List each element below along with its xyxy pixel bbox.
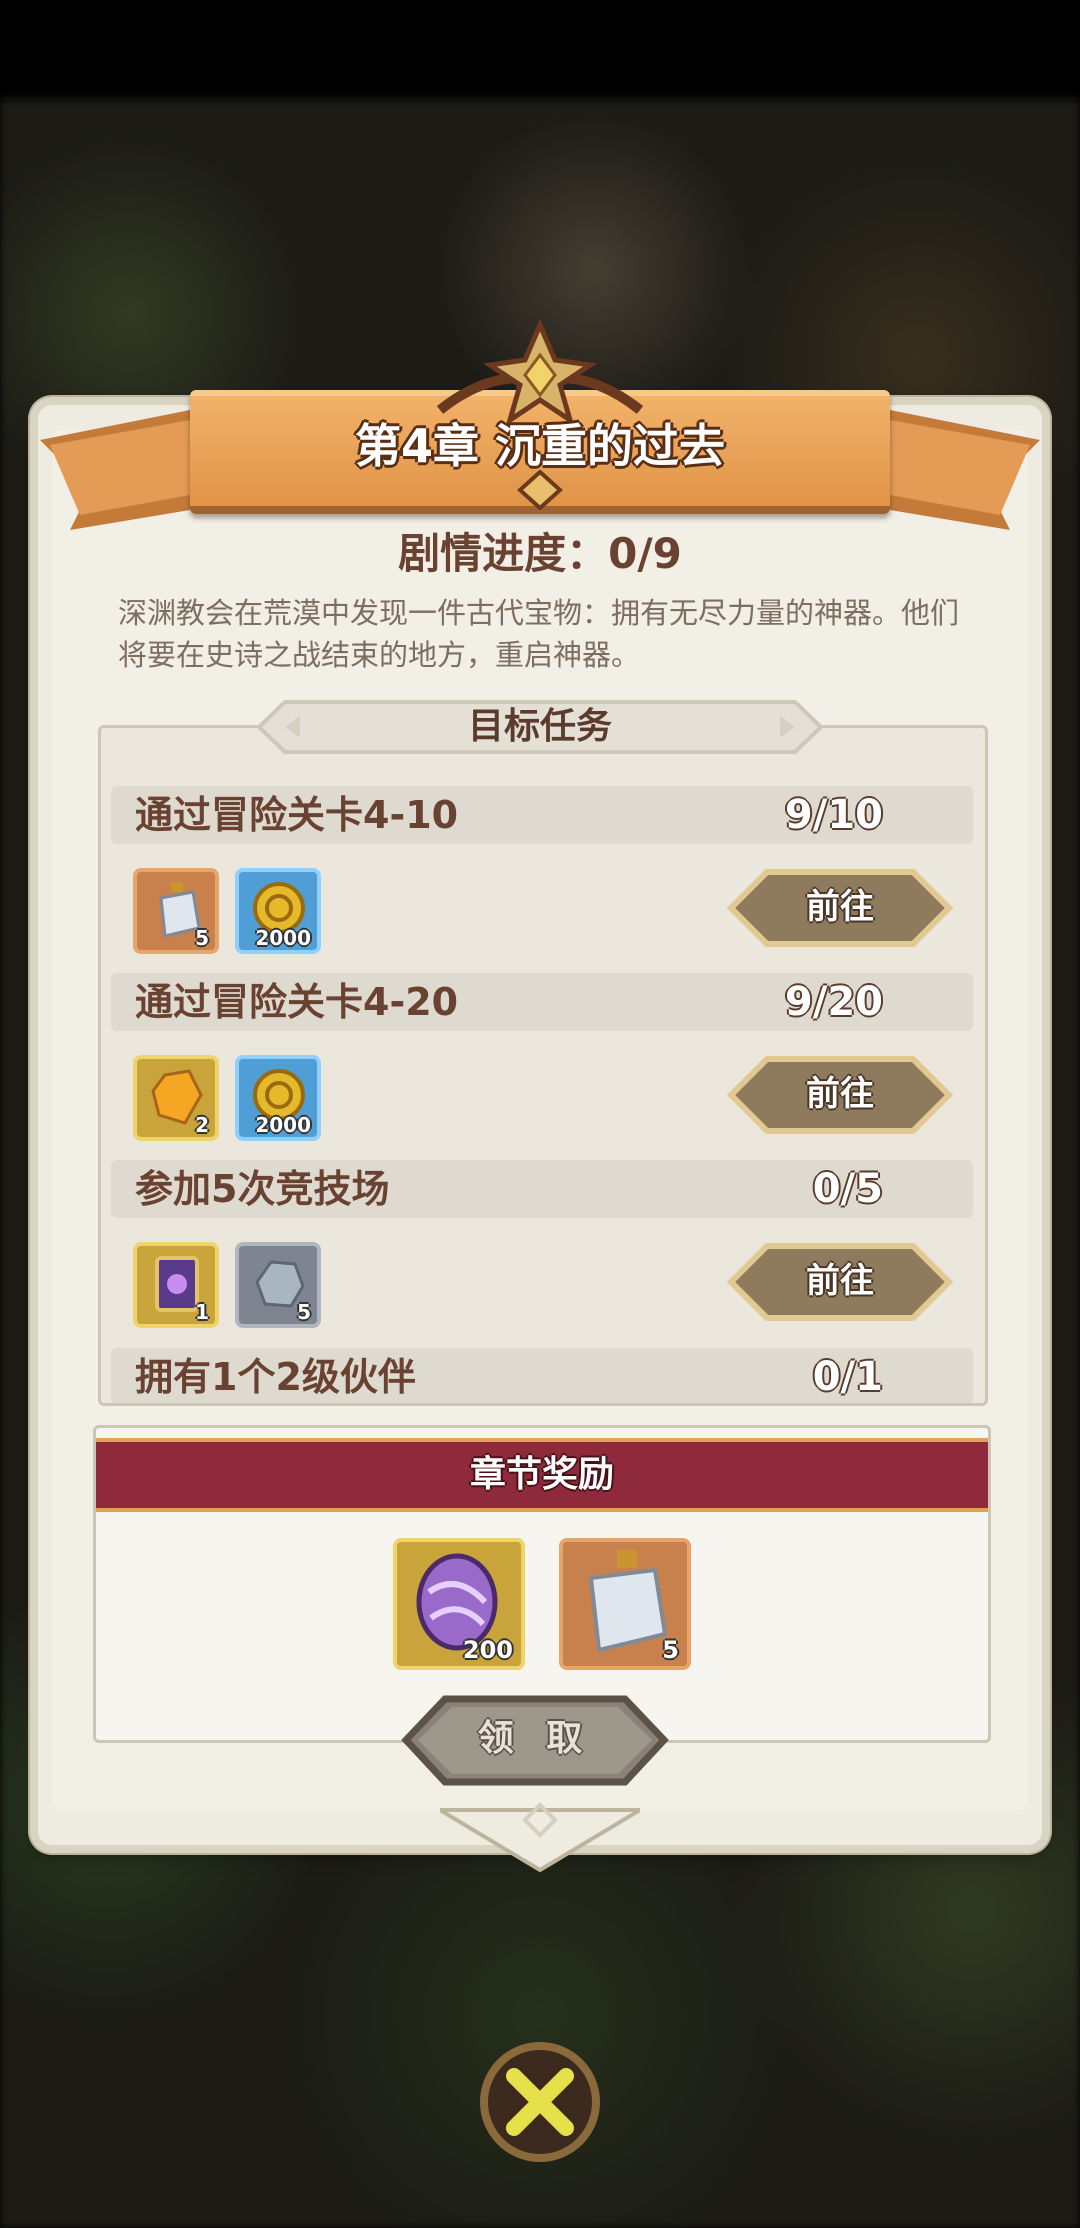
reward-count: 1 bbox=[195, 1300, 209, 1324]
reward-slot[interactable]: 2000 bbox=[235, 1055, 321, 1141]
reward-slot[interactable]: 2 bbox=[133, 1055, 219, 1141]
reward-count: 5 bbox=[662, 1636, 679, 1664]
reward-slot[interactable]: 5 bbox=[235, 1242, 321, 1328]
go-button-label: 前往 bbox=[806, 887, 874, 927]
go-button-label: 前往 bbox=[806, 1074, 874, 1114]
banner-gem-icon bbox=[517, 470, 563, 510]
task-row-1: 通过冒险关卡4-10 9/10 bbox=[111, 786, 973, 844]
reward-count: 2000 bbox=[255, 926, 311, 950]
banner-ribbon-right bbox=[890, 410, 1040, 530]
go-button[interactable]: 前往 bbox=[726, 1242, 954, 1322]
task-row-4: 拥有1个2级伙伴 0/1 bbox=[111, 1348, 973, 1403]
task-row-3: 参加5次竞技场 0/5 bbox=[111, 1160, 973, 1218]
chapter-title: 第4章 沉重的过去 bbox=[354, 419, 726, 473]
go-button[interactable]: 前往 bbox=[726, 1055, 954, 1135]
story-progress: 剧情进度：0/9 bbox=[398, 529, 682, 578]
task-name: 拥有1个2级伙伴 bbox=[135, 1355, 416, 1399]
go-button[interactable]: 前往 bbox=[726, 868, 954, 948]
close-icon[interactable] bbox=[478, 2040, 602, 2164]
claim-button-label: 领 取 bbox=[477, 1718, 593, 1759]
chapter-reward-slot[interactable]: 5 bbox=[559, 1538, 691, 1670]
status-bar bbox=[0, 0, 1080, 100]
chapter-reward-slot[interactable]: 200 bbox=[393, 1538, 525, 1670]
reward-slot[interactable]: 5 bbox=[133, 868, 219, 954]
task-row-2: 通过冒险关卡4-20 9/20 bbox=[111, 973, 973, 1031]
task-name: 参加5次竞技场 bbox=[135, 1167, 390, 1211]
task-name: 通过冒险关卡4-10 bbox=[135, 793, 459, 837]
task-progress-count: 9/10 bbox=[784, 792, 883, 838]
task-progress-count: 0/5 bbox=[812, 1166, 883, 1212]
reward-slot[interactable]: 2000 bbox=[235, 868, 321, 954]
task-progress-count: 9/20 bbox=[784, 979, 883, 1025]
reward-count: 5 bbox=[297, 1300, 311, 1324]
tasks-section-title: 目标任务 bbox=[467, 706, 612, 747]
go-button-label: 前往 bbox=[806, 1261, 874, 1301]
task-progress-count: 0/1 bbox=[812, 1354, 883, 1400]
reward-count: 2000 bbox=[255, 1113, 311, 1137]
task-name: 通过冒险关卡4-20 bbox=[135, 980, 459, 1024]
banner-ribbon-left bbox=[40, 410, 190, 530]
reward-slot[interactable]: 1 bbox=[133, 1242, 219, 1328]
reward-count: 200 bbox=[462, 1636, 513, 1664]
target-tasks-list[interactable]: 通过冒险关卡4-10 9/10 5 2000 前往 通过冒险关卡4-20 9/2… bbox=[98, 725, 988, 1406]
reward-count: 5 bbox=[195, 926, 209, 950]
reward-count: 2 bbox=[195, 1113, 209, 1137]
dialog-bottom-ornament bbox=[440, 1802, 640, 1873]
chapter-rewards-title: 章节奖励 bbox=[469, 1454, 614, 1495]
chapter-description: 深渊教会在荒漠中发现一件古代宝物：拥有无尽力量的神器。他们将要在史诗之战结束的地… bbox=[118, 596, 960, 672]
